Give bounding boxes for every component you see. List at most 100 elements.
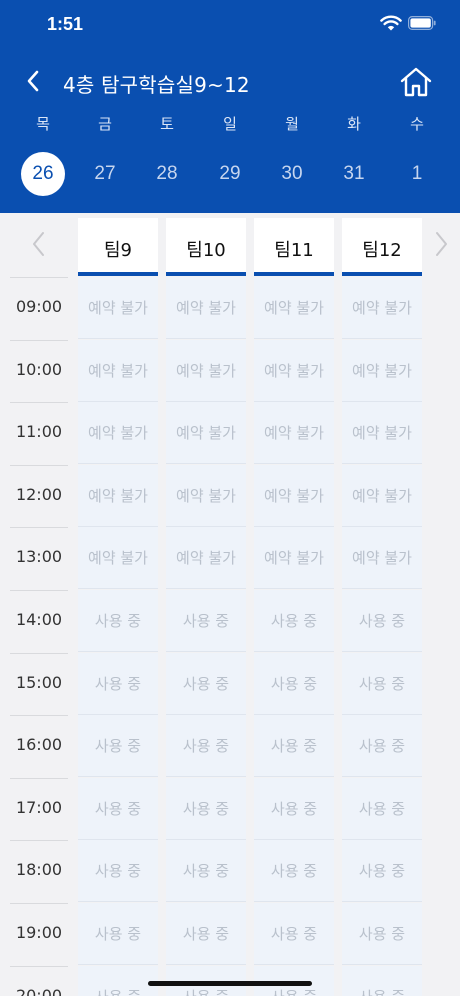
slot-cell[interactable]: 사용 중 [254, 653, 334, 715]
slot-cell[interactable]: 사용 중 [78, 778, 158, 840]
slot-status: 예약 불가 [88, 362, 148, 380]
chevron-left-icon [27, 70, 39, 92]
row-divider [10, 277, 68, 278]
slot-cell[interactable]: 사용 중 [342, 966, 422, 996]
team-header[interactable]: 팀10 [166, 218, 246, 276]
slot-cell[interactable]: 예약 불가 [342, 340, 422, 402]
time-label: 17:00 [15, 798, 63, 817]
back-button[interactable] [18, 66, 48, 96]
row-divider [10, 402, 68, 403]
slot-cell[interactable]: 예약 불가 [78, 527, 158, 589]
nav-bar: 4층 탐구학습실9~12 [0, 58, 460, 106]
date-item[interactable]: 27 [83, 152, 127, 196]
team-header[interactable]: 팀12 [342, 218, 422, 276]
team-header[interactable]: 팀11 [254, 218, 334, 276]
battery-icon [408, 16, 436, 30]
slot-cell[interactable]: 예약 불가 [254, 340, 334, 402]
chevron-left-icon[interactable] [29, 231, 49, 257]
slot-status: 예약 불가 [352, 362, 412, 380]
slot-status: 예약 불가 [352, 549, 412, 567]
slot-status: 사용 중 [94, 737, 142, 755]
row-divider [10, 840, 68, 841]
schedule-grid: 팀9 팀10 팀11 팀12 09:00 예약 불가 예약 불가 예약 불가 예약 불가… [0, 213, 460, 996]
slot-cell[interactable]: 사용 중 [254, 715, 334, 777]
slot-cell[interactable]: 예약 불가 [254, 527, 334, 589]
slot-cell[interactable]: 예약 불가 [166, 277, 246, 339]
date-item[interactable]: 28 [145, 152, 189, 196]
slot-cell[interactable]: 예약 불가 [342, 465, 422, 527]
slot-cell[interactable]: 사용 중 [166, 778, 246, 840]
team-label: 팀9 [103, 240, 132, 261]
slot-cell[interactable]: 사용 중 [78, 715, 158, 777]
slot-cell[interactable]: 사용 중 [166, 903, 246, 965]
slot-cell[interactable]: 사용 중 [166, 715, 246, 777]
slot-cell[interactable]: 사용 중 [78, 590, 158, 652]
slot-status: 예약 불가 [264, 362, 324, 380]
slot-cell[interactable]: 사용 중 [166, 590, 246, 652]
slot-cell[interactable]: 예약 불가 [166, 527, 246, 589]
slot-cell[interactable]: 사용 중 [254, 903, 334, 965]
slot-cell[interactable]: 사용 중 [342, 653, 422, 715]
date-row: 26 27 28 29 30 31 1 [0, 151, 460, 197]
slot-cell[interactable]: 사용 중 [342, 590, 422, 652]
slot-cell[interactable]: 예약 불가 [78, 402, 158, 464]
slot-cell[interactable]: 예약 불가 [342, 527, 422, 589]
slot-status: 사용 중 [94, 612, 142, 630]
slot-cell[interactable]: 예약 불가 [166, 402, 246, 464]
row-divider [10, 966, 68, 967]
date-item[interactable]: 1 [395, 152, 439, 196]
slot-status: 예약 불가 [176, 362, 236, 380]
slot-status: 예약 불가 [176, 424, 236, 442]
slot-cell[interactable]: 예약 불가 [78, 465, 158, 527]
slot-status: 사용 중 [182, 737, 230, 755]
date-item[interactable]: 29 [208, 152, 252, 196]
team-label: 팀12 [362, 240, 402, 261]
slot-cell[interactable]: 예약 불가 [166, 340, 246, 402]
page-title: 4층 탐구학습실9~12 [63, 73, 250, 97]
slot-cell[interactable]: 예약 불가 [254, 402, 334, 464]
team-label: 팀11 [274, 240, 314, 261]
slot-status: 예약 불가 [264, 549, 324, 567]
slot-cell[interactable]: 예약 불가 [342, 402, 422, 464]
slot-status: 사용 중 [166, 986, 246, 996]
slot-cell[interactable]: 사용 중 [78, 966, 158, 996]
slot-cell[interactable]: 사용 중 [342, 840, 422, 902]
slot-cell[interactable]: 사용 중 [342, 715, 422, 777]
slot-cell[interactable]: 사용 중 [166, 653, 246, 715]
slot-status: 사용 중 [182, 675, 230, 693]
date-selected[interactable]: 26 [21, 152, 65, 196]
date-item[interactable]: 30 [270, 152, 314, 196]
time-label: 13:00 [15, 547, 63, 566]
slot-cell[interactable]: 예약 불가 [254, 465, 334, 527]
slot-cell[interactable]: 예약 불가 [166, 465, 246, 527]
slot-status: 사용 중 [358, 612, 406, 630]
slot-cell[interactable]: 사용 중 [254, 590, 334, 652]
row-divider [10, 715, 68, 716]
slot-cell[interactable]: 사용 중 [342, 903, 422, 965]
slot-cell[interactable]: 사용 중 [254, 840, 334, 902]
slot-cell[interactable]: 예약 불가 [78, 277, 158, 339]
row-divider [10, 653, 68, 654]
status-time: 1:51 [47, 14, 84, 34]
chevron-right-icon[interactable] [431, 231, 451, 257]
slot-cell[interactable]: 사용 중 [166, 840, 246, 902]
slot-cell[interactable]: 예약 불가 [254, 277, 334, 339]
slot-cell[interactable]: 예약 불가 [78, 340, 158, 402]
slot-cell[interactable]: 사용 중 [78, 903, 158, 965]
time-label: 09:00 [15, 297, 63, 316]
slot-status: 사용 중 [270, 612, 318, 630]
slot-cell[interactable]: 예약 불가 [342, 277, 422, 339]
slot-cell[interactable]: 사용 중 [78, 840, 158, 902]
slot-cell[interactable]: 사용 중 [78, 653, 158, 715]
date-item[interactable]: 31 [332, 152, 376, 196]
team-header[interactable]: 팀9 [78, 218, 158, 276]
slot-status: 사용 중 [78, 986, 158, 996]
slot-cell[interactable]: 사용 중 [342, 778, 422, 840]
home-icon[interactable] [399, 65, 433, 99]
slot-cell[interactable]: 사용 중 [254, 778, 334, 840]
slot-status: 사용 중 [270, 862, 318, 880]
slot-status: 예약 불가 [352, 487, 412, 505]
slot-status: 사용 중 [254, 986, 334, 996]
slot-status: 예약 불가 [176, 487, 236, 505]
time-label: 16:00 [15, 735, 63, 754]
